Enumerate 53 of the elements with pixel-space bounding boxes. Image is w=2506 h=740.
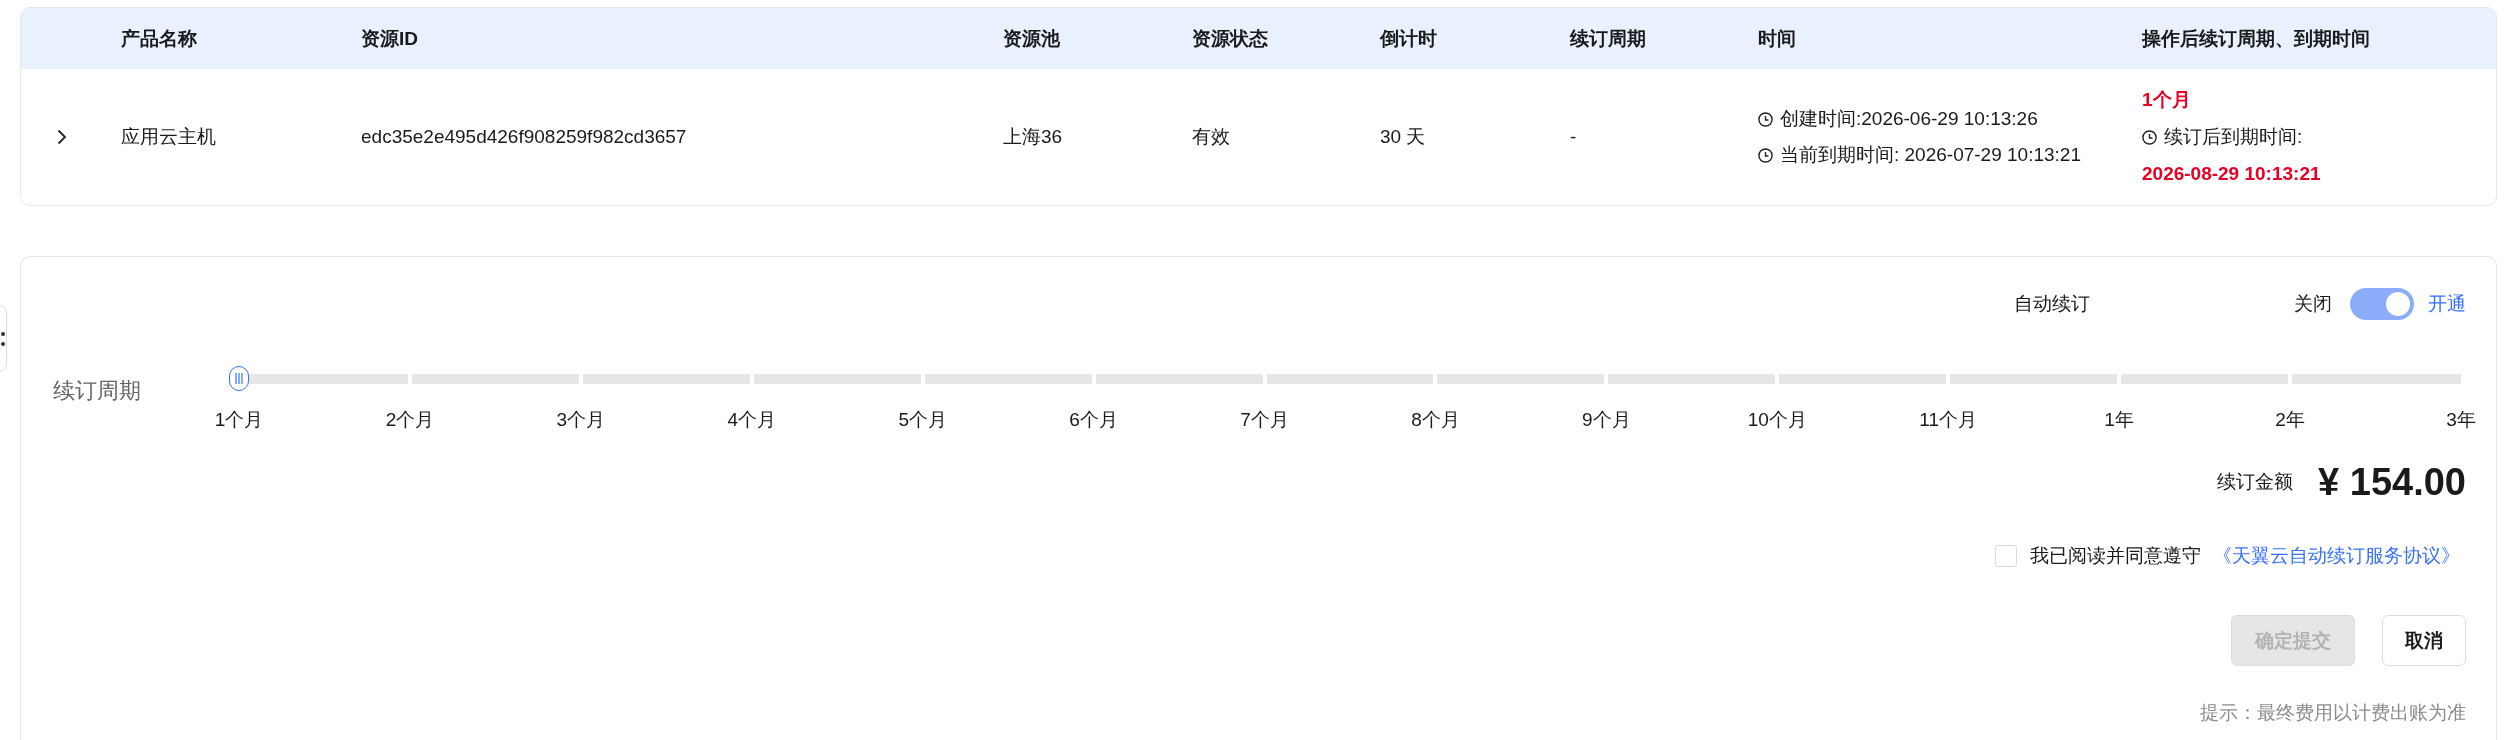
- period-mark[interactable]: 1个月: [214, 408, 264, 432]
- period-mark[interactable]: 8个月: [1411, 408, 1460, 432]
- period-mark[interactable]: 2年: [2275, 408, 2305, 432]
- period-mark[interactable]: 9个月: [1582, 408, 1631, 432]
- table-cell: edc35e2e495d426f908259f982cd3657: [361, 126, 687, 148]
- expiry-date: 2026-08-29 10:13:21: [2142, 162, 2321, 186]
- chevron-icon: [57, 129, 67, 145]
- time-text: 当前到期时间: 2026-07-29 10:13:21: [1780, 143, 2081, 167]
- period-mark[interactable]: 5个月: [898, 408, 947, 432]
- period-mark[interactable]: 3年: [2446, 408, 2476, 432]
- agreement-link[interactable]: 《天翼云自动续订服务协议》: [2213, 543, 2460, 569]
- table-cell-text: 30 天: [1380, 125, 1426, 149]
- dots-icon: [1, 331, 5, 346]
- column-header: 资源池: [1003, 26, 1060, 51]
- renewed-period: 1个月: [2142, 88, 2191, 112]
- table-cell-text: 上海36: [1003, 125, 1063, 149]
- agreement-text: 我已阅读并同意遵守: [2030, 544, 2201, 568]
- column-header: 时间: [1758, 26, 1796, 51]
- column-header: 续订周期: [1570, 26, 1646, 51]
- column-header: 资源ID: [361, 26, 418, 51]
- column-header: 操作后续订周期、到期时间: [2142, 26, 2370, 51]
- switch-on-label: 开通: [2428, 292, 2466, 316]
- switch-off-label: 关闭: [2294, 292, 2332, 316]
- table-cell-text: 应用云主机: [121, 125, 216, 149]
- period-mark[interactable]: 10个月: [1747, 408, 1807, 432]
- column-header: 产品名称: [121, 26, 197, 51]
- table-cell-text: 有效: [1192, 125, 1230, 149]
- period-mark[interactable]: 7个月: [1240, 408, 1289, 432]
- auto-renew-switch[interactable]: [2350, 288, 2414, 320]
- time-text: 创建时间:2026-06-29 10:13:26: [1780, 107, 2038, 131]
- auto-renew-label: 自动续订: [2014, 292, 2090, 316]
- clock-icon: [1758, 147, 1773, 163]
- column-header: 倒计时: [1380, 26, 1437, 51]
- amount-value: ¥ 154.00: [2318, 460, 2466, 504]
- period-mark[interactable]: 6个月: [1069, 408, 1118, 432]
- slider-thumb[interactable]: [229, 366, 249, 391]
- clock-icon: [2142, 129, 2157, 145]
- cancel-button[interactable]: 取消: [2382, 615, 2466, 666]
- expiry-label: 续订后到期时间:: [2164, 125, 2303, 149]
- period-mark[interactable]: 11个月: [1919, 408, 1978, 432]
- amount-label: 续订金额: [2217, 470, 2294, 494]
- agreement-checkbox[interactable]: [1995, 545, 2017, 567]
- column-header: 资源状态: [1192, 26, 1268, 51]
- grip-icon: [235, 373, 243, 384]
- period-mark[interactable]: 2个月: [385, 408, 435, 432]
- period-mark[interactable]: 1年: [2104, 408, 2134, 432]
- period-mark[interactable]: 3个月: [556, 408, 606, 432]
- expand-button[interactable]: [57, 129, 67, 145]
- hint-text: 提示：最终费用以计费出账为准: [2200, 701, 2466, 725]
- period-label: 续订周期: [53, 379, 142, 403]
- period-mark[interactable]: 4个月: [727, 408, 777, 432]
- clock-icon: [1758, 111, 1773, 127]
- table-cell: -: [1570, 126, 1577, 148]
